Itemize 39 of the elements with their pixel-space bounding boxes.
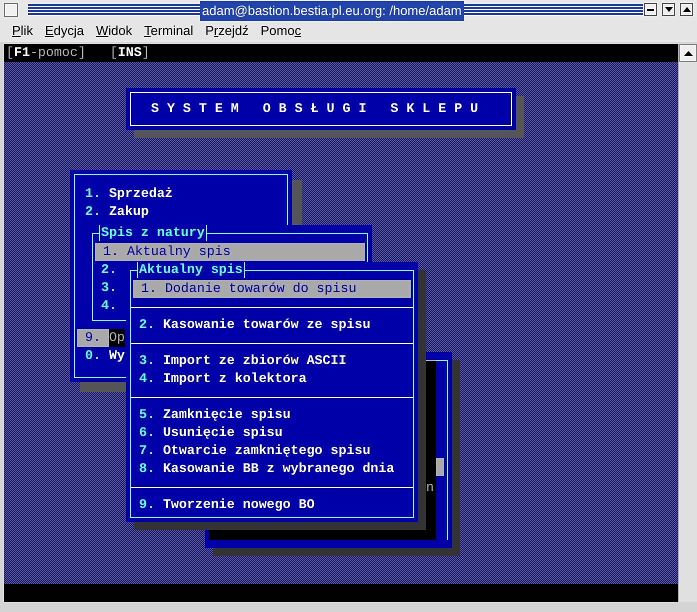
menu-item[interactable]: 1. Sprzedaż [77,185,173,203]
menu-item[interactable]: 7. Otwarcie zamkniętego spisu [131,442,370,460]
menu-item[interactable]: 8. Kasowanie BB z wybranego dnia [131,460,394,478]
menu-item[interactable]: 2. Kasowanie towarów ze spisu [131,316,370,334]
menu-item[interactable]: 6. Usunięcie spisu [131,424,283,442]
menu-item[interactable]: Widok [90,21,138,41]
menu-item[interactable]: Przejdź [199,21,255,41]
menu-item[interactable]: 4. Import z kolektora [131,370,307,388]
shade-button[interactable] [662,3,675,16]
app-title: S Y S T E M O B S Ł U G I S K L E P U [151,100,478,118]
window-text: n [426,479,434,497]
triangle-up-icon [684,50,692,56]
minimize-button[interactable] [644,3,657,16]
menu-item[interactable]: 1. Dodanie towarów do spisu [133,280,411,298]
menu-item[interactable]: Plik [6,21,39,41]
scrollbar[interactable] [678,44,697,602]
scroll-thumb[interactable] [436,458,444,476]
status-indicator: [INS] [110,44,150,62]
status-indicator: [F1-pomoc] [6,44,86,62]
menu-item[interactable]: 4. [93,297,125,315]
menu-item[interactable]: 1. Aktualny spis [95,243,365,261]
triangle-up-icon [682,7,690,12]
window-title: Aktualny spis [137,262,245,278]
menu-item[interactable]: 2. [93,261,125,279]
window-title: adam@bastion.bestia.pl.eu.org: /home/adam [200,1,464,20]
window-title: Spis z natury [99,225,207,241]
menu-item[interactable]: 3. Import ze zbiorów ASCII [131,352,346,370]
scroll-up-button[interactable] [679,44,697,62]
menu-item[interactable]: Pomoc [254,21,308,41]
menu-item[interactable]: 0. Wy [77,347,125,365]
window-menu-button[interactable] [4,3,18,17]
menu-item[interactable]: 2. Zakup [77,203,149,221]
menu-item[interactable]: Edycja [38,21,90,41]
maximize-button[interactable] [680,3,693,16]
menu-item[interactable]: 5. Zamknięcie spisu [131,406,291,424]
menu-item[interactable]: Terminal [138,21,200,41]
menu-item[interactable]: 9. Tworzenie nowego BO [131,496,315,514]
triangle-down-icon [664,7,672,12]
menu-item[interactable]: 3. [93,279,125,297]
